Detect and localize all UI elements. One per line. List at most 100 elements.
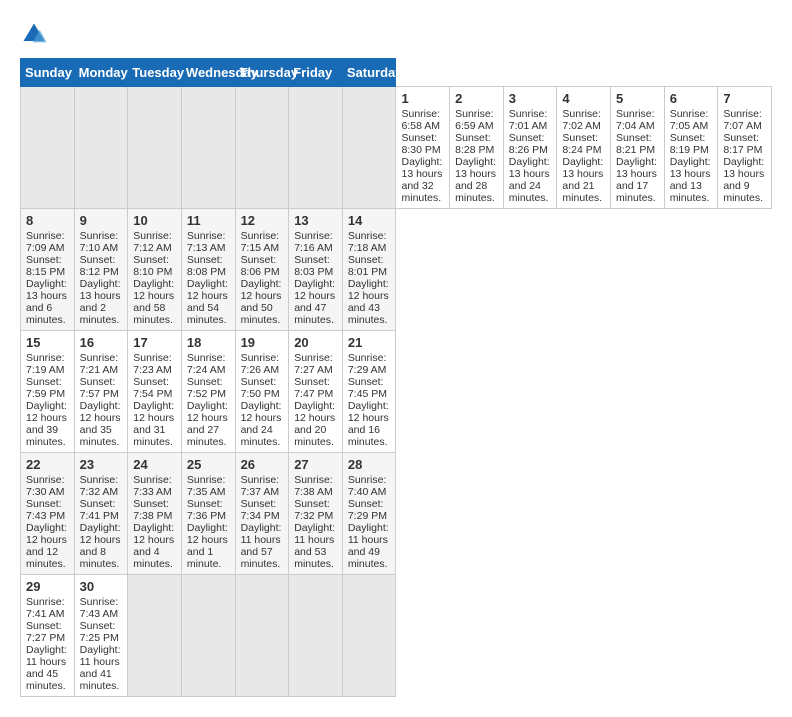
day-number: 25	[187, 457, 230, 472]
daylight-text: Daylight: 12 hours and 39 minutes.	[26, 400, 67, 448]
calendar-day-cell: 15 Sunrise: 7:19 AM Sunset: 7:59 PM Dayl…	[21, 331, 75, 453]
calendar-day-cell	[289, 575, 343, 697]
sunrise-text: Sunrise: 7:13 AM	[187, 230, 226, 254]
sunset-text: Sunset: 7:50 PM	[241, 376, 280, 400]
daylight-text: Daylight: 11 hours and 41 minutes.	[80, 644, 121, 692]
day-number: 5	[616, 91, 659, 106]
sunset-text: Sunset: 8:24 PM	[562, 132, 601, 156]
daylight-text: Daylight: 12 hours and 35 minutes.	[80, 400, 121, 448]
daylight-text: Daylight: 13 hours and 6 minutes.	[26, 278, 67, 326]
day-number: 11	[187, 213, 230, 228]
sunset-text: Sunset: 8:08 PM	[187, 254, 226, 278]
day-number: 16	[80, 335, 123, 350]
weekday-header-saturday: Saturday	[342, 59, 396, 87]
calendar-day-cell: 29 Sunrise: 7:41 AM Sunset: 7:27 PM Dayl…	[21, 575, 75, 697]
calendar-day-cell	[128, 87, 182, 209]
day-number: 29	[26, 579, 69, 594]
daylight-text: Daylight: 13 hours and 32 minutes.	[401, 156, 442, 204]
daylight-text: Daylight: 13 hours and 9 minutes.	[723, 156, 764, 204]
sunrise-text: Sunrise: 7:05 AM	[670, 108, 709, 132]
day-number: 22	[26, 457, 69, 472]
day-number: 30	[80, 579, 123, 594]
calendar-day-cell: 16 Sunrise: 7:21 AM Sunset: 7:57 PM Dayl…	[74, 331, 128, 453]
weekday-header-tuesday: Tuesday	[128, 59, 182, 87]
logo-icon	[20, 20, 48, 48]
sunset-text: Sunset: 8:12 PM	[80, 254, 119, 278]
daylight-text: Daylight: 11 hours and 53 minutes.	[294, 522, 335, 570]
daylight-text: Daylight: 12 hours and 20 minutes.	[294, 400, 335, 448]
calendar-day-cell: 20 Sunrise: 7:27 AM Sunset: 7:47 PM Dayl…	[289, 331, 343, 453]
sunset-text: Sunset: 7:59 PM	[26, 376, 65, 400]
sunset-text: Sunset: 7:34 PM	[241, 498, 280, 522]
sunset-text: Sunset: 7:25 PM	[80, 620, 119, 644]
sunset-text: Sunset: 8:30 PM	[401, 132, 440, 156]
calendar-week-row: 1 Sunrise: 6:58 AM Sunset: 8:30 PM Dayli…	[21, 87, 772, 209]
calendar-day-cell: 22 Sunrise: 7:30 AM Sunset: 7:43 PM Dayl…	[21, 453, 75, 575]
day-number: 20	[294, 335, 337, 350]
daylight-text: Daylight: 12 hours and 54 minutes.	[187, 278, 228, 326]
sunset-text: Sunset: 7:36 PM	[187, 498, 226, 522]
sunrise-text: Sunrise: 7:02 AM	[562, 108, 601, 132]
calendar-day-cell: 6 Sunrise: 7:05 AM Sunset: 8:19 PM Dayli…	[664, 87, 718, 209]
calendar-day-cell: 3 Sunrise: 7:01 AM Sunset: 8:26 PM Dayli…	[503, 87, 557, 209]
sunrise-text: Sunrise: 7:41 AM	[26, 596, 65, 620]
calendar-day-cell	[342, 575, 396, 697]
day-number: 2	[455, 91, 498, 106]
calendar-day-cell	[181, 87, 235, 209]
weekday-header-thursday: Thursday	[235, 59, 289, 87]
day-number: 13	[294, 213, 337, 228]
sunset-text: Sunset: 7:41 PM	[80, 498, 119, 522]
sunrise-text: Sunrise: 6:59 AM	[455, 108, 494, 132]
calendar-day-cell: 30 Sunrise: 7:43 AM Sunset: 7:25 PM Dayl…	[74, 575, 128, 697]
sunrise-text: Sunrise: 7:24 AM	[187, 352, 226, 376]
sunset-text: Sunset: 8:21 PM	[616, 132, 655, 156]
calendar-day-cell: 4 Sunrise: 7:02 AM Sunset: 8:24 PM Dayli…	[557, 87, 611, 209]
calendar-day-cell: 7 Sunrise: 7:07 AM Sunset: 8:17 PM Dayli…	[718, 87, 772, 209]
calendar-day-cell	[235, 575, 289, 697]
calendar-day-cell: 21 Sunrise: 7:29 AM Sunset: 7:45 PM Dayl…	[342, 331, 396, 453]
daylight-text: Daylight: 12 hours and 16 minutes.	[348, 400, 389, 448]
day-number: 15	[26, 335, 69, 350]
page-header	[20, 20, 772, 48]
daylight-text: Daylight: 12 hours and 58 minutes.	[133, 278, 174, 326]
sunrise-text: Sunrise: 7:37 AM	[241, 474, 280, 498]
calendar-day-cell: 26 Sunrise: 7:37 AM Sunset: 7:34 PM Dayl…	[235, 453, 289, 575]
day-number: 27	[294, 457, 337, 472]
calendar-day-cell: 23 Sunrise: 7:32 AM Sunset: 7:41 PM Dayl…	[74, 453, 128, 575]
sunrise-text: Sunrise: 7:07 AM	[723, 108, 762, 132]
sunrise-text: Sunrise: 6:58 AM	[401, 108, 440, 132]
day-number: 14	[348, 213, 391, 228]
sunset-text: Sunset: 7:29 PM	[348, 498, 387, 522]
sunrise-text: Sunrise: 7:19 AM	[26, 352, 65, 376]
sunrise-text: Sunrise: 7:10 AM	[80, 230, 119, 254]
daylight-text: Daylight: 13 hours and 13 minutes.	[670, 156, 711, 204]
day-number: 12	[241, 213, 284, 228]
daylight-text: Daylight: 11 hours and 57 minutes.	[241, 522, 282, 570]
day-number: 1	[401, 91, 444, 106]
day-number: 26	[241, 457, 284, 472]
sunrise-text: Sunrise: 7:32 AM	[80, 474, 119, 498]
calendar-day-cell: 18 Sunrise: 7:24 AM Sunset: 7:52 PM Dayl…	[181, 331, 235, 453]
daylight-text: Daylight: 13 hours and 21 minutes.	[562, 156, 603, 204]
daylight-text: Daylight: 13 hours and 2 minutes.	[80, 278, 121, 326]
day-number: 4	[562, 91, 605, 106]
daylight-text: Daylight: 13 hours and 24 minutes.	[509, 156, 550, 204]
day-number: 8	[26, 213, 69, 228]
calendar-week-row: 15 Sunrise: 7:19 AM Sunset: 7:59 PM Dayl…	[21, 331, 772, 453]
day-number: 23	[80, 457, 123, 472]
sunset-text: Sunset: 8:03 PM	[294, 254, 333, 278]
calendar-day-cell: 13 Sunrise: 7:16 AM Sunset: 8:03 PM Dayl…	[289, 209, 343, 331]
sunrise-text: Sunrise: 7:21 AM	[80, 352, 119, 376]
calendar-day-cell	[21, 87, 75, 209]
weekday-header-wednesday: Wednesday	[181, 59, 235, 87]
daylight-text: Daylight: 12 hours and 50 minutes.	[241, 278, 282, 326]
calendar-day-cell	[181, 575, 235, 697]
sunrise-text: Sunrise: 7:23 AM	[133, 352, 172, 376]
calendar-day-cell: 14 Sunrise: 7:18 AM Sunset: 8:01 PM Dayl…	[342, 209, 396, 331]
calendar-day-cell: 2 Sunrise: 6:59 AM Sunset: 8:28 PM Dayli…	[450, 87, 504, 209]
sunset-text: Sunset: 8:06 PM	[241, 254, 280, 278]
calendar-day-cell: 27 Sunrise: 7:38 AM Sunset: 7:32 PM Dayl…	[289, 453, 343, 575]
weekday-header-row: SundayMondayTuesdayWednesdayThursdayFrid…	[21, 59, 772, 87]
day-number: 17	[133, 335, 176, 350]
calendar-day-cell	[342, 87, 396, 209]
